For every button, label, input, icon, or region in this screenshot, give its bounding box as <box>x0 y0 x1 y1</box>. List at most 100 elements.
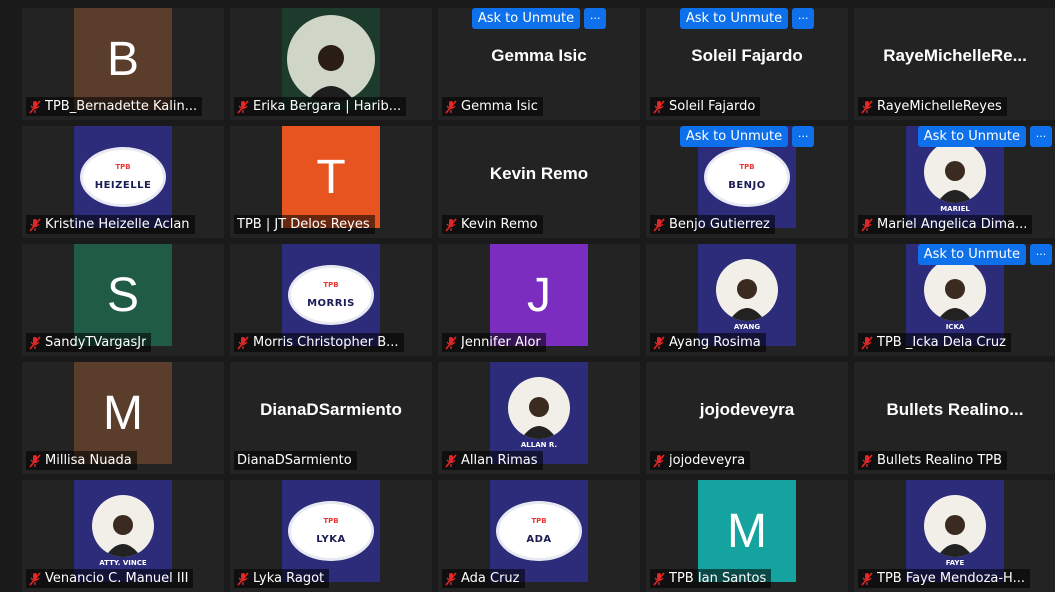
participant-name-label: Bullets Realino TPB <box>858 451 1008 470</box>
participant-tile[interactable]: ATTY. VINCE Venancio C. Manuel III <box>22 480 224 592</box>
participant-name-label: Benjo Gutierrez <box>650 215 775 234</box>
participant-name-label: TPB | JT Delos Reyes <box>234 215 375 234</box>
ask-to-unmute-button[interactable]: Ask to Unmute <box>917 244 1026 265</box>
avatar-photo: AYANG <box>698 244 796 346</box>
participant-tile[interactable]: ALLAN R. Allan Rimas <box>438 362 640 474</box>
participant-name: TPB _Icka Dela Cruz <box>877 335 1006 350</box>
mic-muted-icon <box>445 99 457 114</box>
participant-tile[interactable]: Soleil Fajardo Ask to Unmute ··· Soleil Faj… <box>646 8 848 120</box>
participant-name: Kristine Heizelle Aclan <box>45 217 190 232</box>
avatar-letter: M <box>698 480 796 582</box>
participant-name: Bullets Realino TPB <box>877 453 1003 468</box>
participant-tile[interactable]: T TPB | JT Delos Reyes <box>230 126 432 238</box>
more-options-button[interactable]: ··· <box>584 8 607 29</box>
participant-tile[interactable]: Erika Bergara | Harib... <box>230 8 432 120</box>
participant-name-label: TPB_Bernadette Kalin... <box>26 97 203 116</box>
participant-name-label: Venancio C. Manuel III <box>26 569 194 588</box>
avatar-badge: TPB ADA <box>490 480 588 582</box>
unmute-controls: Ask to Unmute ··· <box>646 126 848 147</box>
participant-name: Soleil Fajardo <box>669 99 756 114</box>
more-options-button[interactable]: ··· <box>1030 126 1052 147</box>
display-name: Soleil Fajardo <box>691 46 803 65</box>
mic-muted-icon <box>861 335 873 350</box>
participant-name-label: Lyka Ragot <box>234 569 330 588</box>
participant-name: Allan Rimas <box>461 453 538 468</box>
participant-name: TPB_Bernadette Kalin... <box>45 99 198 114</box>
participant-name-label: jojodeveyra <box>650 451 751 470</box>
avatar-photo: ALLAN R. <box>490 362 588 464</box>
participant-tile[interactable]: RayeMichelleRe... RayeMichelleReyes <box>854 8 1055 120</box>
mic-muted-icon <box>653 99 665 114</box>
participant-name: Erika Bergara | Harib... <box>253 99 402 114</box>
participant-name-label: Kevin Remo <box>442 215 543 234</box>
mic-muted-icon <box>445 453 457 468</box>
participant-name-label: Kristine Heizelle Aclan <box>26 215 195 234</box>
participant-name-label: Erika Bergara | Harib... <box>234 97 407 116</box>
avatar-photo: ATTY. VINCE <box>74 480 172 582</box>
display-name: Bullets Realino... <box>886 400 1024 419</box>
mic-muted-icon <box>29 453 41 468</box>
participant-tile[interactable]: MARIEL Ask to Unmute ··· Mariel Angelica Di… <box>854 126 1055 238</box>
ask-to-unmute-button[interactable]: Ask to Unmute <box>679 8 789 29</box>
avatar-letter: J <box>490 244 588 346</box>
participant-name: Ada Cruz <box>461 571 520 586</box>
avatar-letter: M <box>74 362 172 464</box>
mic-muted-icon <box>861 453 873 468</box>
participant-tile[interactable]: AYANG Ayang Rosima <box>646 244 848 356</box>
participant-tile[interactable]: ICKA Ask to Unmute ··· TPB _Icka Dela Cruz <box>854 244 1055 356</box>
participant-tile[interactable]: M Millisa Nuada <box>22 362 224 474</box>
participant-name-label: TPB _Icka Dela Cruz <box>858 333 1011 352</box>
participant-tile[interactable]: S SandyTVargasJr <box>22 244 224 356</box>
ask-to-unmute-button[interactable]: Ask to Unmute <box>917 126 1026 147</box>
participant-tile[interactable]: Kevin Remo Kevin Remo <box>438 126 640 238</box>
participant-tile[interactable]: FAYE TPB Faye Mendoza-H... <box>854 480 1055 592</box>
participant-tile[interactable]: M TPB Ian Santos <box>646 480 848 592</box>
avatar-letter: S <box>74 244 172 346</box>
mic-muted-icon <box>653 335 665 350</box>
participant-tile[interactable]: J Jennifer Alor <box>438 244 640 356</box>
participant-name: Venancio C. Manuel III <box>45 571 189 586</box>
participant-tile[interactable]: TPB HEIZELLE Kristine Heizelle Aclan <box>22 126 224 238</box>
participant-name: TPB Faye Mendoza-H... <box>877 571 1025 586</box>
ask-to-unmute-button[interactable]: Ask to Unmute <box>471 8 581 29</box>
avatar-photo <box>282 8 380 110</box>
participant-name-label: Jennifer Alor <box>442 333 546 352</box>
participant-tile[interactable]: Bullets Realino... Bullets Realino TPB <box>854 362 1055 474</box>
participant-tile[interactable]: TPB ADA Ada Cruz <box>438 480 640 592</box>
mic-muted-icon <box>29 217 41 232</box>
participant-tile[interactable]: TPB MORRIS Morris Christopher B... <box>230 244 432 356</box>
participant-name-label: Allan Rimas <box>442 451 543 470</box>
gallery-grid: B TPB_Bernadette Kalin... Erika Bergara | … <box>22 8 1055 592</box>
participant-tile[interactable]: DianaDSarmiento DianaDSarmiento <box>230 362 432 474</box>
mic-muted-icon <box>29 99 41 114</box>
ask-to-unmute-button[interactable]: Ask to Unmute <box>679 126 789 147</box>
participant-name: jojodeveyra <box>669 453 746 468</box>
display-name: Kevin Remo <box>489 164 589 183</box>
mic-muted-icon <box>445 571 457 586</box>
badge-name: LYKA <box>316 533 346 545</box>
mic-muted-icon <box>445 335 457 350</box>
more-options-button[interactable]: ··· <box>1030 244 1052 265</box>
mic-muted-icon <box>29 335 41 350</box>
participant-tile[interactable]: Gemma Isic Ask to Unmute ··· Gemma Isic <box>438 8 640 120</box>
more-options-button[interactable]: ··· <box>792 8 815 29</box>
unmute-controls: Ask to Unmute ··· <box>646 8 848 29</box>
badge-name: HEIZELLE <box>94 179 152 191</box>
participant-name: Jennifer Alor <box>461 335 541 350</box>
participant-tile[interactable]: jojodeveyra jojodeveyra <box>646 362 848 474</box>
display-name: Gemma Isic <box>491 46 587 65</box>
unmute-controls: Ask to Unmute ··· <box>438 8 640 29</box>
participant-tile[interactable]: B TPB_Bernadette Kalin... <box>22 8 224 120</box>
participant-name-label: DianaDSarmiento <box>234 451 357 470</box>
photo-caption: ATTY. VINCE <box>99 559 147 567</box>
participant-name-label: RayeMichelleReyes <box>858 97 1007 116</box>
participant-name-label: Millisa Nuada <box>26 451 137 470</box>
participant-tile[interactable]: TPB LYKA Lyka Ragot <box>230 480 432 592</box>
participant-name-label: Mariel Angelica Dima... <box>858 215 1033 234</box>
more-options-button[interactable]: ··· <box>792 126 815 147</box>
participant-tile[interactable]: TPB BENJO Ask to Unmute ··· Benjo Gutierrez <box>646 126 848 238</box>
avatar-photo: FAYE <box>906 480 1004 582</box>
mic-muted-icon <box>861 99 873 114</box>
avatar-badge: TPB LYKA <box>282 480 380 582</box>
participant-name-label: TPB Faye Mendoza-H... <box>858 569 1030 588</box>
